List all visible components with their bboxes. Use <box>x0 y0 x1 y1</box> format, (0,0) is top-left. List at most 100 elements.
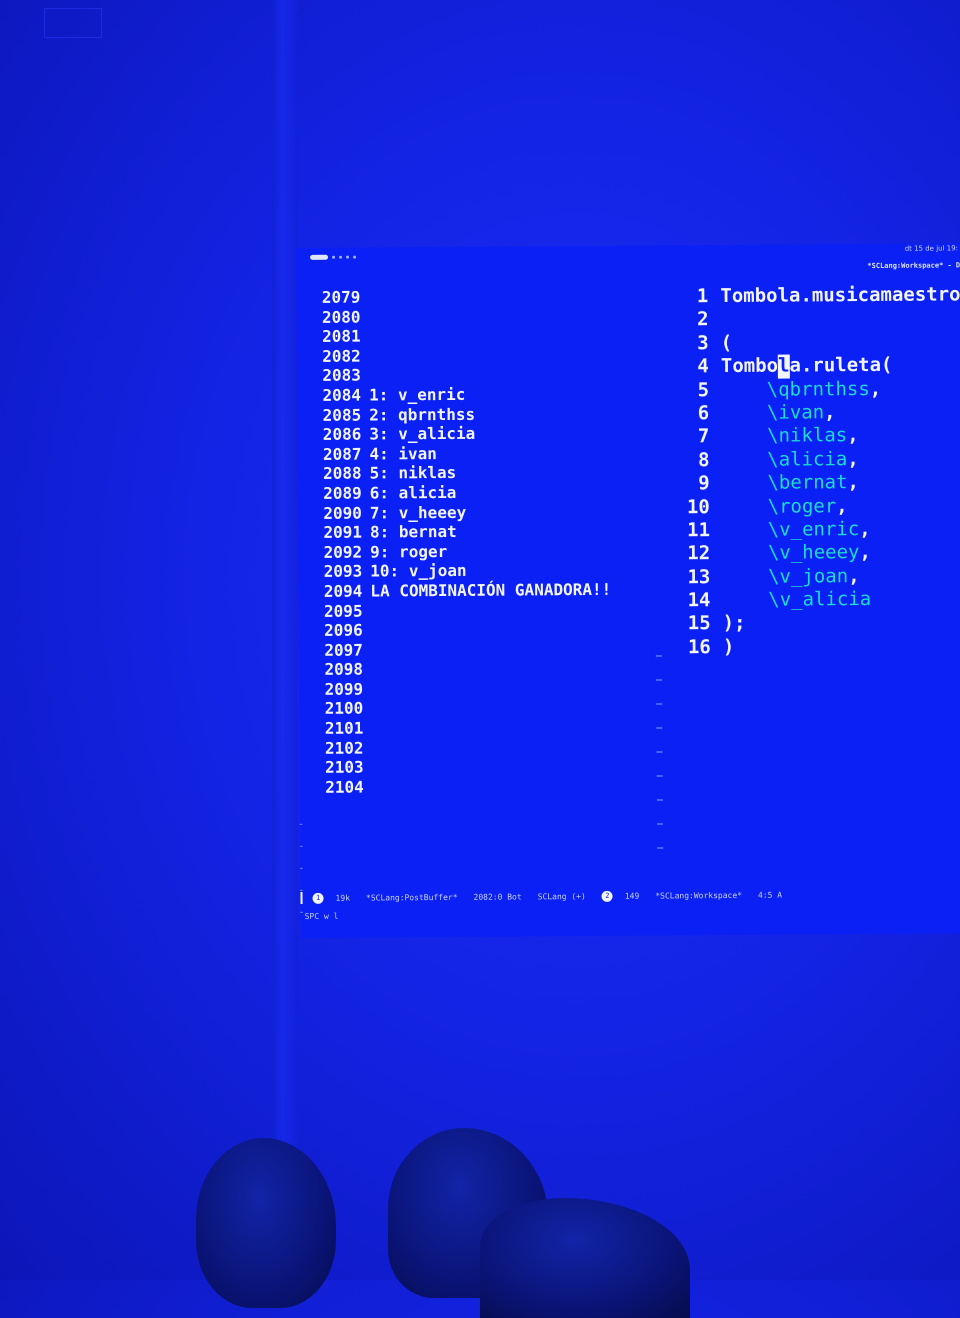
code-text: ); <box>722 612 746 635</box>
code-punctuation: , <box>847 424 859 447</box>
code-line[interactable]: 6 \ivan, <box>681 400 960 425</box>
post-buffer-line[interactable]: 2082 <box>315 344 655 366</box>
workspace-tab-dot[interactable] <box>339 255 343 259</box>
post-buffer-line[interactable]: 2089 6: alicia <box>316 481 656 503</box>
buffer-name[interactable]: *SCLang:PostBuffer* <box>366 892 458 902</box>
post-buffer-line[interactable]: 2093 10: v_joan <box>316 560 656 582</box>
post-buffer-pane[interactable]: 2079 2080 2081 2082 2083 2084 1: v_enric 2085 2:… <box>314 285 658 797</box>
code-line[interactable]: 8 \alicia, <box>681 447 960 472</box>
code-symbol: \v_enric <box>767 517 860 541</box>
post-buffer-line[interactable]: 2081 <box>315 325 655 347</box>
line-number: 5 <box>697 378 710 401</box>
post-buffer-line[interactable]: 2092 9: roger <box>316 540 656 562</box>
workspace-tab-dot[interactable] <box>332 255 336 259</box>
code-line[interactable]: 4 Tombo l a.ruleta( <box>681 353 960 379</box>
code-line[interactable]: 5 \qbrnthss, <box>681 377 960 402</box>
post-buffer-text: 1: v_enric <box>368 384 466 405</box>
post-buffer-line[interactable]: 2095 <box>316 599 656 621</box>
code-line[interactable]: 16) <box>683 634 960 659</box>
line-number: 7 <box>697 425 710 448</box>
line-number: 11 <box>687 519 711 542</box>
modeline-cursor-bar <box>300 891 303 904</box>
line-number: 13 <box>687 565 711 588</box>
code-symbol: \ivan <box>766 401 825 424</box>
code-line[interactable]: 12 \v_heeey, <box>682 541 960 566</box>
line-number: 2084 <box>322 385 362 405</box>
line-number: 2082 <box>322 346 361 366</box>
divider-tick <box>656 679 663 681</box>
post-buffer-line[interactable]: 2102 <box>317 736 657 758</box>
code-symbol: \bernat <box>767 471 848 494</box>
code-symbol: \v_heeey <box>767 541 860 565</box>
line-number: 10 <box>686 495 710 518</box>
post-buffer-line[interactable]: 2087 4: ivan <box>315 442 655 464</box>
code-line[interactable]: 13 \v_joan, <box>682 564 960 589</box>
code-line[interactable]: 15); <box>683 611 960 636</box>
workspace-tab-dot[interactable] <box>346 255 350 259</box>
line-number: 2091 <box>323 522 363 542</box>
code-line[interactable]: 9 \bernat, <box>682 470 960 495</box>
post-buffer-line[interactable]: 2084 1: v_enric <box>315 383 655 405</box>
post-buffer-line[interactable]: 2091 8: bernat <box>316 521 656 543</box>
code-line[interactable]: 3( <box>681 330 960 355</box>
line-number: 2079 <box>321 287 361 307</box>
post-buffer-line[interactable]: 2104 <box>318 775 658 797</box>
code-line[interactable]: 1 Tombola.musicamaestro <box>680 283 960 308</box>
buffer-size: 149 <box>624 891 640 901</box>
post-buffer-line[interactable]: 2085 2: qbrnthss <box>315 403 655 425</box>
post-buffer-line[interactable]: 2088 5: niklas <box>316 462 656 484</box>
post-buffer-line[interactable]: 2079 <box>314 285 654 307</box>
post-buffer-line[interactable]: 2098 <box>317 658 657 680</box>
post-buffer-line[interactable]: 2096 <box>317 619 657 641</box>
post-buffer-text: 9: roger <box>370 541 448 562</box>
post-buffer-text: 4: ivan <box>369 443 437 464</box>
code-line[interactable]: 2 <box>680 307 960 332</box>
post-buffer-text: 2: qbrnthss <box>369 404 476 425</box>
divider-tick <box>656 751 663 753</box>
post-buffer-line[interactable]: 2097 <box>317 638 657 660</box>
audience-head <box>196 1138 336 1308</box>
post-buffer-line[interactable]: 2100 <box>317 697 657 719</box>
code-text: ( <box>720 331 733 354</box>
post-buffer-line[interactable]: 2094 LA COMBINACIÓN GANADORA!! <box>316 579 656 601</box>
line-number: 2092 <box>323 542 363 562</box>
line-number: 2094 <box>323 581 363 601</box>
workspace-tabs[interactable] <box>310 252 357 262</box>
line-number: 2103 <box>325 757 364 778</box>
post-buffer-line[interactable]: 2086 3: v_alicia <box>315 423 655 445</box>
post-buffer-line[interactable]: 2090 7: v_heeey <box>316 501 656 523</box>
post-buffer-line[interactable]: 2099 <box>317 677 657 699</box>
code-symbol: \niklas <box>767 424 848 448</box>
code-symbol: \v_alicia <box>768 588 872 611</box>
post-buffer-line[interactable]: 2101 <box>317 717 657 739</box>
line-number: 1 <box>696 285 709 308</box>
clock: dt 15 de jul 19: <box>904 244 959 253</box>
empty-line-markers: ----- <box>297 818 305 918</box>
active-workspace-tab[interactable] <box>310 254 329 260</box>
line-number: 2086 <box>322 424 362 444</box>
wall-frame-mark <box>44 8 102 38</box>
minibuffer[interactable]: SPC w l <box>305 912 339 921</box>
workspace-tab-dot[interactable] <box>353 255 357 259</box>
workspace-pane[interactable]: 1 Tombola.musicamaestro 2 3(4 Tombo l a.ruleta… <box>680 283 960 659</box>
line-number: 14 <box>687 589 711 612</box>
code-punctuation: , <box>848 564 860 587</box>
post-buffer-line[interactable]: 2080 <box>314 305 654 327</box>
line-number: 2080 <box>321 307 361 327</box>
code-line[interactable]: 14 \v_alicia <box>682 587 960 612</box>
modeline: 1 19k *SCLang:PostBuffer* 2082:0 Bot SCL… <box>300 887 960 904</box>
line-number: 2098 <box>324 659 364 680</box>
buffer-name[interactable]: *SCLang:Workspace* <box>655 890 742 900</box>
code-line[interactable]: 10 \roger, <box>682 494 960 519</box>
post-buffer-line[interactable]: 2103 <box>318 756 658 778</box>
line-number: 16 <box>687 635 711 659</box>
major-mode[interactable]: SCLang (+) <box>538 891 586 900</box>
room-pole <box>272 0 298 1280</box>
window-number-badge: 1 <box>312 892 324 904</box>
line-number: 2093 <box>323 561 363 582</box>
code-line[interactable]: 11 \v_enric, <box>682 517 960 542</box>
post-buffer-line[interactable]: 2083 <box>315 364 655 386</box>
code-line[interactable]: 7 \niklas, <box>681 424 960 449</box>
